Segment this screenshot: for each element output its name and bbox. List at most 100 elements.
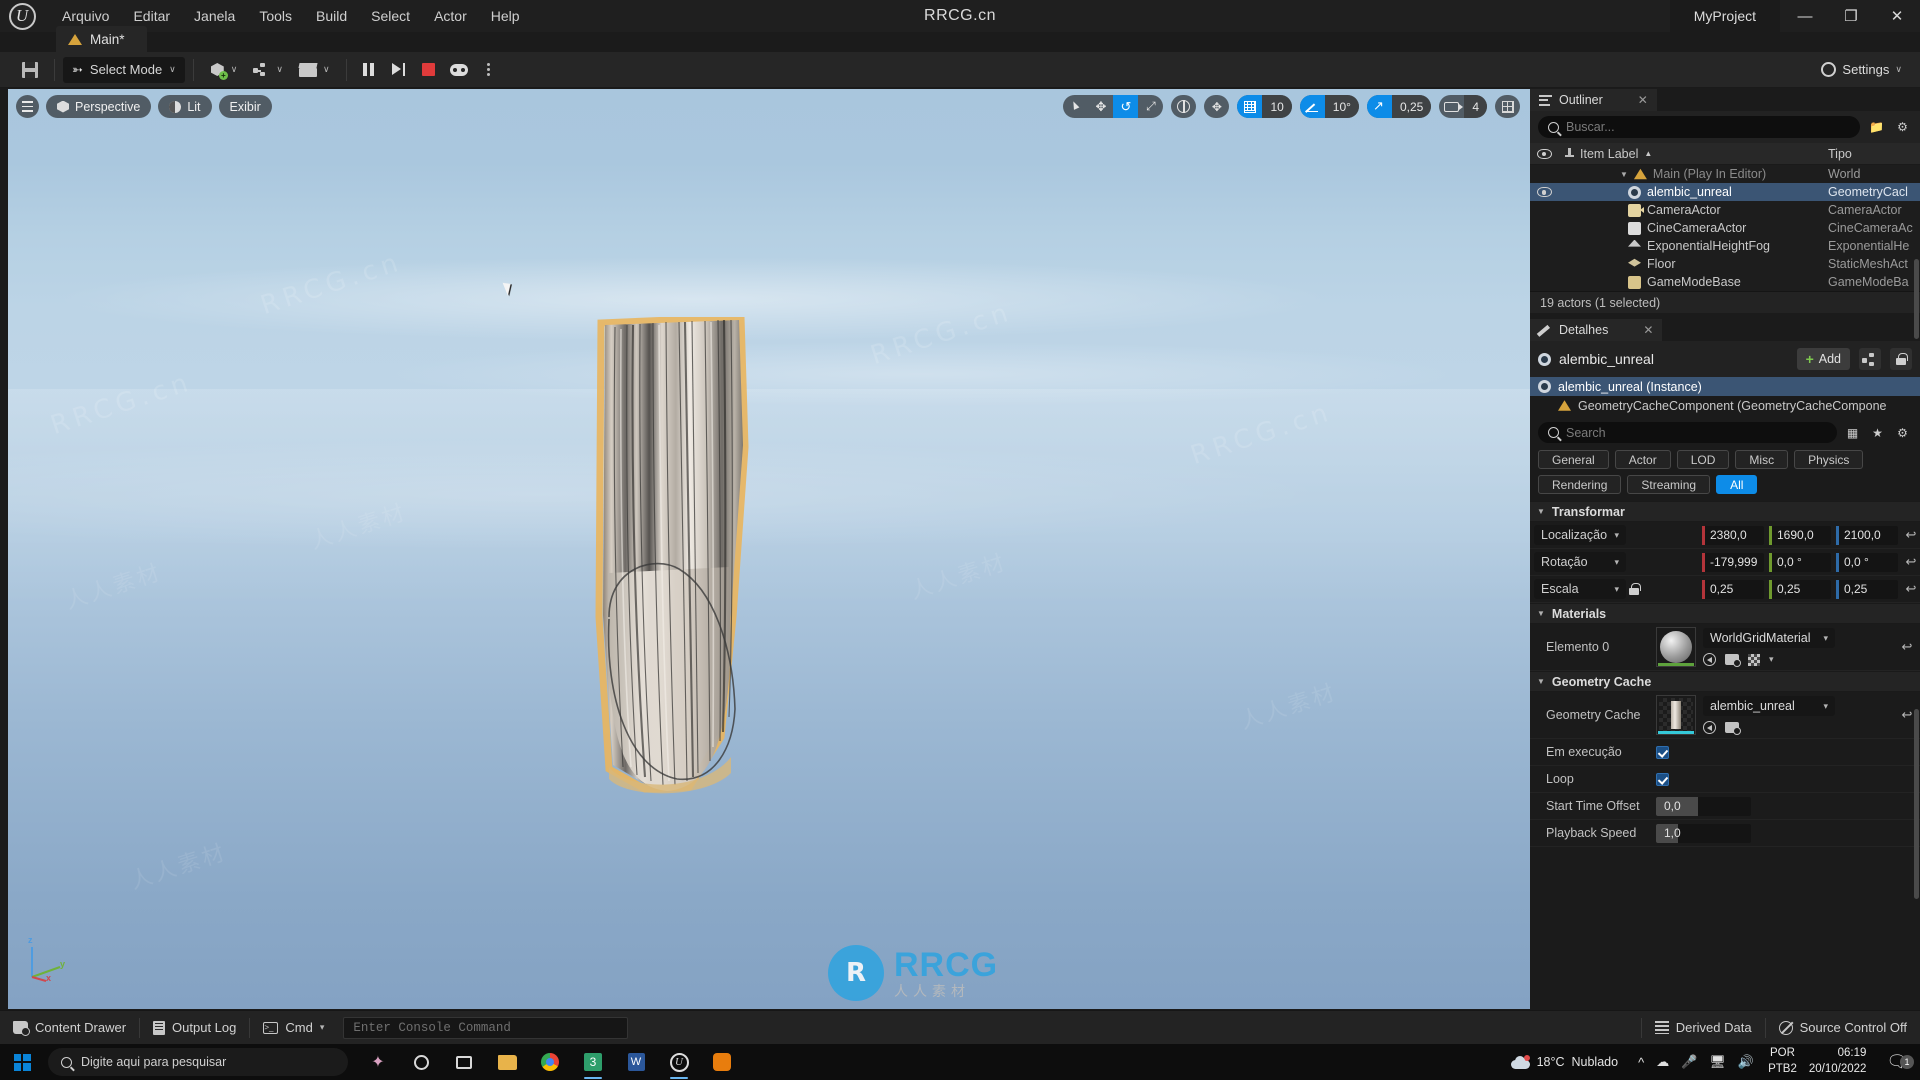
scale-tool-button[interactable]: ⤢ bbox=[1138, 95, 1163, 118]
output-log-button[interactable]: Output Log bbox=[140, 1011, 249, 1045]
scale-z-field[interactable]: 0,25 bbox=[1836, 579, 1898, 599]
outliner-scrollbar[interactable] bbox=[1914, 259, 1919, 339]
pause-button[interactable] bbox=[355, 57, 383, 83]
alembic-cloth-mesh[interactable] bbox=[593, 313, 893, 937]
section-transformar[interactable]: ▼ Transformar bbox=[1530, 501, 1920, 522]
filter-physics[interactable]: Physics bbox=[1794, 450, 1864, 469]
world-space-button[interactable] bbox=[1171, 95, 1196, 118]
surface-snap-button[interactable]: ✥ bbox=[1204, 95, 1229, 118]
favorites-button[interactable]: ★ bbox=[1868, 423, 1887, 442]
rotation-mode-dropdown[interactable]: Rotação ▾ bbox=[1534, 552, 1626, 572]
taskbar-search-input[interactable]: Digite aqui para pesquisar bbox=[48, 1048, 348, 1076]
expand-caret-icon[interactable]: ▼ bbox=[1620, 170, 1628, 179]
reset-scale-button[interactable]: ↩ bbox=[1902, 581, 1920, 597]
location-y-field[interactable]: 1690,0 bbox=[1769, 525, 1831, 545]
reset-rotation-button[interactable]: ↩ bbox=[1902, 554, 1920, 570]
volume-icon[interactable]: 🔊 bbox=[1738, 1054, 1754, 1070]
view-type-button[interactable]: Perspective bbox=[46, 95, 152, 118]
outliner-settings-button[interactable]: ⚙ bbox=[1893, 118, 1912, 137]
microphone-icon[interactable]: 🎤 bbox=[1681, 1054, 1697, 1070]
details-search-input[interactable]: Search bbox=[1538, 422, 1837, 443]
unreal-taskbar-icon[interactable]: U bbox=[659, 1044, 699, 1080]
location-z-field[interactable]: 2100,0 bbox=[1836, 525, 1898, 545]
tab-outliner[interactable]: Outliner ✕ bbox=[1530, 89, 1657, 111]
network-icon[interactable]: 🖥 bbox=[1709, 1054, 1726, 1070]
reset-location-button[interactable]: ↩ bbox=[1902, 527, 1920, 543]
browse-asset-icon[interactable] bbox=[1725, 722, 1741, 735]
outliner-row-gamemodebase[interactable]: GameModeBase GameModeBa bbox=[1530, 273, 1920, 291]
scale-snap-value[interactable]: 0,25 bbox=[1391, 95, 1432, 118]
tab-detalhes[interactable]: Detalhes ✕ bbox=[1530, 319, 1663, 341]
select-mode-dropdown[interactable]: ➳ Select Mode ∨ bbox=[63, 56, 185, 83]
stop-button[interactable] bbox=[415, 57, 443, 83]
loop-checkbox[interactable] bbox=[1656, 772, 1669, 786]
blender-icon[interactable] bbox=[702, 1044, 742, 1080]
menu-item-build[interactable]: Build bbox=[304, 3, 359, 29]
playback-speed-field[interactable]: 1,0 bbox=[1656, 823, 1751, 843]
eject-possess-button[interactable] bbox=[445, 57, 473, 83]
geometry-cache-asset-dropdown[interactable]: alembic_unreal ▾ bbox=[1703, 696, 1835, 716]
task-view-icon[interactable] bbox=[444, 1044, 484, 1080]
chrome-icon[interactable] bbox=[530, 1044, 570, 1080]
browse-asset-icon[interactable] bbox=[1725, 654, 1741, 667]
cinematics-button[interactable]: ∨ bbox=[291, 57, 338, 83]
filter-all[interactable]: All bbox=[1716, 475, 1758, 494]
file-explorer-icon[interactable] bbox=[487, 1044, 527, 1080]
camera-speed-button[interactable] bbox=[1439, 95, 1464, 118]
angle-snap-value[interactable]: 10° bbox=[1324, 95, 1359, 118]
reset-material-button[interactable]: ↩ bbox=[1898, 639, 1916, 655]
filter-misc[interactable]: Misc bbox=[1735, 450, 1789, 469]
create-folder-button[interactable]: 📁 bbox=[1867, 118, 1886, 137]
angle-snap-toggle[interactable] bbox=[1299, 95, 1325, 118]
location-mode-dropdown[interactable]: Localização ▾ bbox=[1534, 525, 1626, 545]
filter-lod[interactable]: LOD bbox=[1676, 450, 1730, 469]
component-row-instance[interactable]: alembic_unreal (Instance) bbox=[1530, 377, 1920, 396]
weather-widget[interactable]: 18°C Nublado bbox=[1501, 1054, 1629, 1069]
geometry-cache-thumbnail[interactable] bbox=[1656, 695, 1696, 735]
translate-tool-button[interactable]: ✥ bbox=[1088, 95, 1113, 118]
lock-details-button[interactable] bbox=[1890, 348, 1912, 370]
filter-rendering[interactable]: Rendering bbox=[1538, 475, 1622, 494]
select-tool-button[interactable] bbox=[1063, 95, 1088, 118]
source-control-button[interactable]: Source Control Off bbox=[1766, 1011, 1920, 1045]
details-settings-button[interactable]: ⚙ bbox=[1893, 423, 1912, 442]
material-asset-dropdown[interactable]: WorldGridMaterial ▾ bbox=[1703, 628, 1835, 648]
details-column-view-button[interactable]: ▦ bbox=[1843, 423, 1862, 442]
outliner-row-exponential-height-fog[interactable]: ExponentialHeightFog ExponentialHe bbox=[1530, 237, 1920, 255]
menu-item-tools[interactable]: Tools bbox=[247, 3, 304, 29]
start-button[interactable] bbox=[0, 1044, 44, 1080]
app-3-icon[interactable]: 3 bbox=[573, 1044, 613, 1080]
onedrive-icon[interactable]: ☁ bbox=[1656, 1054, 1669, 1070]
taskview-extra-icon[interactable]: ✦ bbox=[358, 1044, 398, 1080]
play-options-button[interactable] bbox=[475, 57, 503, 83]
type-column-header[interactable]: Tipo bbox=[1828, 147, 1920, 161]
frame-step-button[interactable] bbox=[385, 57, 413, 83]
outliner-row-world[interactable]: ▼ Main (Play In Editor) World bbox=[1530, 165, 1920, 183]
use-selected-asset-icon[interactable] bbox=[1703, 721, 1716, 734]
outliner-row-floor[interactable]: Floor StaticMeshAct bbox=[1530, 255, 1920, 273]
menu-item-actor[interactable]: Actor bbox=[422, 3, 479, 29]
rotation-x-field[interactable]: -179,999 bbox=[1702, 552, 1764, 572]
section-geometry-cache[interactable]: ▼ Geometry Cache bbox=[1530, 671, 1920, 692]
material-thumbnail[interactable] bbox=[1656, 627, 1696, 667]
add-component-button[interactable]: + Add bbox=[1796, 348, 1850, 370]
level-viewport[interactable]: RRCG.cn 人人素材 RRCG.cn 人人素材 RRCG.cn 人人素材 R… bbox=[8, 89, 1530, 1009]
scale-snap-toggle[interactable] bbox=[1366, 95, 1392, 118]
language-indicator[interactable]: POR PTB2 bbox=[1764, 1046, 1801, 1077]
add-actor-button[interactable]: + ∨ bbox=[202, 57, 246, 83]
use-selected-asset-icon[interactable] bbox=[1703, 653, 1716, 666]
camera-speed-value[interactable]: 4 bbox=[1464, 95, 1487, 118]
scale-y-field[interactable]: 0,25 bbox=[1769, 579, 1831, 599]
asset-options-icon[interactable] bbox=[1748, 653, 1760, 666]
outliner-search-input[interactable]: Buscar... bbox=[1538, 116, 1860, 138]
close-button[interactable]: ✕ bbox=[1874, 0, 1920, 32]
save-button[interactable] bbox=[14, 57, 46, 83]
menu-item-janela[interactable]: Janela bbox=[182, 3, 247, 29]
level-tab-main[interactable]: Main* bbox=[56, 26, 147, 52]
cmd-dropdown-button[interactable]: >_ Cmd ▾ bbox=[250, 1011, 337, 1045]
content-drawer-button[interactable]: Content Drawer bbox=[0, 1011, 139, 1045]
scale-x-field[interactable]: 0,25 bbox=[1702, 579, 1764, 599]
close-icon[interactable]: ✕ bbox=[1638, 93, 1648, 107]
rotation-z-field[interactable]: 0,0 ° bbox=[1836, 552, 1898, 572]
outliner-row-camera-actor[interactable]: CameraActor CameraActor bbox=[1530, 201, 1920, 219]
